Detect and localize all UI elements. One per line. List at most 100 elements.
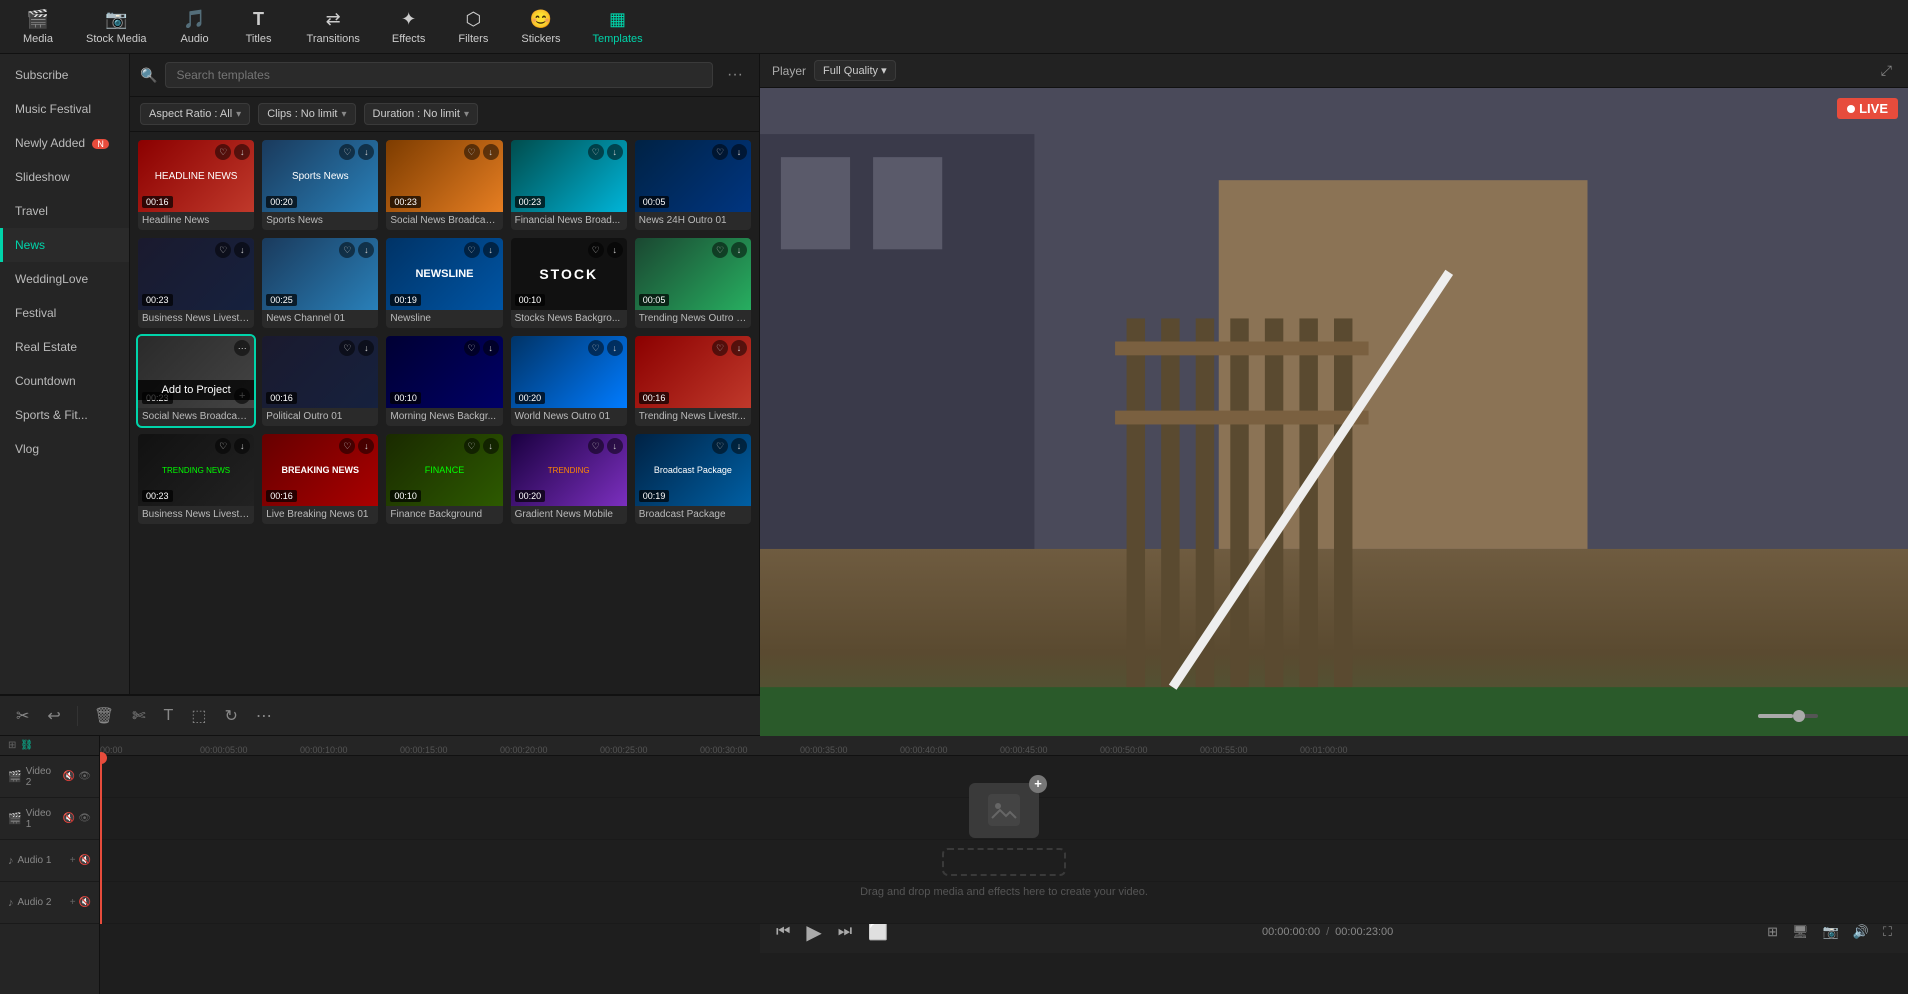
template-card-1[interactable]: 00:16 ♡ ↓ HEADLINE NEWS Headline News xyxy=(138,140,254,230)
clips-filter[interactable]: Clips : No limit xyxy=(258,103,355,125)
video1-mute-btn[interactable]: 🔇 xyxy=(63,813,75,824)
template-card-19[interactable]: 00:20 ♡ ↓ TRENDING Gradient News Mobile xyxy=(511,434,627,524)
video1-eye-btn[interactable]: 👁 xyxy=(78,813,91,824)
toolbar-templates[interactable]: ▦ Templates xyxy=(578,5,656,49)
toolbar-stickers[interactable]: 😊 Stickers xyxy=(507,5,574,49)
video2-mute-btn[interactable]: 🔇 xyxy=(63,771,75,782)
sidebar-item-slideshow[interactable]: Slideshow xyxy=(0,160,129,194)
bookmark-icon-3[interactable]: ♡ xyxy=(464,144,480,160)
template-card-20[interactable]: 00:19 ♡ ↓ Broadcast Package Broadcast Pa… xyxy=(635,434,751,524)
template-card-16[interactable]: 00:23 ♡ ↓ TRENDING NEWS Business News Li… xyxy=(138,434,254,524)
track-link-icon[interactable]: ⛓ xyxy=(20,740,33,751)
bookmark-icon-14[interactable]: ♡ xyxy=(588,340,604,356)
playhead[interactable] xyxy=(100,756,102,924)
toolbar-stock-media[interactable]: 📷 Stock Media xyxy=(72,5,161,49)
toolbar-filters[interactable]: ⬡ Filters xyxy=(443,5,503,49)
template-card-12[interactable]: 00:16 ♡ ↓ Political Outro 01 xyxy=(262,336,378,426)
template-card-11[interactable]: 00:23 ⋯ + Add to Project Social News Bro… xyxy=(138,336,254,426)
fullscreen-icon[interactable]: ⤢ xyxy=(1877,58,1896,83)
download-icon-6[interactable]: ↓ xyxy=(234,242,250,258)
template-card-2[interactable]: 00:20 ♡ ↓ Sports News Sports News xyxy=(262,140,378,230)
download-icon-18[interactable]: ↓ xyxy=(483,438,499,454)
template-card-6[interactable]: 00:23 ♡ ↓ Business News Livestr... xyxy=(138,238,254,328)
sidebar-item-countdown[interactable]: Countdown xyxy=(0,364,129,398)
more-icon-11[interactable]: ⋯ xyxy=(234,340,250,356)
template-card-5[interactable]: 00:05 ♡ ↓ News 24H Outro 01 xyxy=(635,140,751,230)
download-icon-5[interactable]: ↓ xyxy=(731,144,747,160)
download-icon-3[interactable]: ↓ xyxy=(483,144,499,160)
download-icon-10[interactable]: ↓ xyxy=(731,242,747,258)
toolbar-transitions[interactable]: ⇄ Transitions xyxy=(293,5,374,49)
search-input[interactable] xyxy=(165,62,713,88)
bookmark-icon-2[interactable]: ♡ xyxy=(339,144,355,160)
template-card-18[interactable]: 00:10 ♡ ↓ FINANCE Finance Background xyxy=(386,434,502,524)
template-card-10[interactable]: 00:05 ♡ ↓ Trending News Outro 01 xyxy=(635,238,751,328)
bookmark-icon-20[interactable]: ♡ xyxy=(712,438,728,454)
rotate-tool[interactable]: ↻ xyxy=(218,702,243,730)
toolbar-audio[interactable]: 🎵 Audio xyxy=(165,5,225,49)
sidebar-item-travel[interactable]: Travel xyxy=(0,194,129,228)
video2-eye-btn[interactable]: 👁 xyxy=(78,771,91,782)
sidebar-item-news[interactable]: News xyxy=(0,228,129,262)
bookmark-icon-12[interactable]: ♡ xyxy=(339,340,355,356)
template-card-7[interactable]: 00:25 ♡ ↓ News Channel 01 xyxy=(262,238,378,328)
toolbar-titles[interactable]: T Titles xyxy=(229,5,289,49)
sidebar-item-festival[interactable]: Festival xyxy=(0,296,129,330)
duration-filter[interactable]: Duration : No limit xyxy=(364,103,478,125)
download-icon-1[interactable]: ↓ xyxy=(234,144,250,160)
more-options-icon[interactable]: ··· xyxy=(721,66,749,84)
bookmark-icon-17[interactable]: ♡ xyxy=(339,438,355,454)
track-add-icon[interactable]: ⊞ xyxy=(8,740,16,751)
audio1-add-btn[interactable]: + xyxy=(70,855,76,866)
sidebar-item-sports-fit[interactable]: Sports & Fit... xyxy=(0,398,129,432)
bookmark-icon-8[interactable]: ♡ xyxy=(464,242,480,258)
toolbar-media[interactable]: 🎬 Media xyxy=(8,5,68,49)
bookmark-icon-10[interactable]: ♡ xyxy=(712,242,728,258)
bookmark-icon-13[interactable]: ♡ xyxy=(464,340,480,356)
download-icon-12[interactable]: ↓ xyxy=(358,340,374,356)
more-tool[interactable]: ⋯ xyxy=(250,702,278,730)
bookmark-icon-6[interactable]: ♡ xyxy=(215,242,231,258)
download-icon-7[interactable]: ↓ xyxy=(358,242,374,258)
bookmark-icon-5[interactable]: ♡ xyxy=(712,144,728,160)
zoom-slider[interactable] xyxy=(1758,714,1818,718)
bookmark-icon-16[interactable]: ♡ xyxy=(215,438,231,454)
bookmark-icon-19[interactable]: ♡ xyxy=(588,438,604,454)
cut-tool[interactable]: ✄ xyxy=(126,702,151,730)
template-card-4[interactable]: 00:23 ♡ ↓ Financial News Broad... xyxy=(511,140,627,230)
download-icon-17[interactable]: ↓ xyxy=(358,438,374,454)
download-icon-15[interactable]: ↓ xyxy=(731,340,747,356)
download-icon-19[interactable]: ↓ xyxy=(607,438,623,454)
bookmark-icon-4[interactable]: ♡ xyxy=(588,144,604,160)
template-card-9[interactable]: 00:10 ♡ ↓ STOCK Stocks News Backgro... xyxy=(511,238,627,328)
delete-tool[interactable]: 🗑 xyxy=(88,702,120,730)
audio2-add-btn[interactable]: + xyxy=(70,897,76,908)
download-icon-9[interactable]: ↓ xyxy=(607,242,623,258)
sidebar-item-newly-added[interactable]: Newly Added N xyxy=(0,126,129,160)
sidebar-item-music-festival[interactable]: Music Festival xyxy=(0,92,129,126)
template-card-17[interactable]: 00:16 ♡ ↓ BREAKING NEWS Live Breaking Ne… xyxy=(262,434,378,524)
sidebar-item-vlog[interactable]: Vlog xyxy=(0,432,129,466)
download-icon-8[interactable]: ↓ xyxy=(483,242,499,258)
audio2-mute-btn[interactable]: 🔇 xyxy=(79,897,91,908)
split-tool[interactable]: ✂ xyxy=(10,702,35,730)
download-icon-14[interactable]: ↓ xyxy=(607,340,623,356)
crop-tool[interactable]: ⬚ xyxy=(185,702,212,730)
sidebar-item-subscribe[interactable]: Subscribe xyxy=(0,58,129,92)
template-card-15[interactable]: 00:16 ♡ ↓ Trending News Livestr... xyxy=(635,336,751,426)
sidebar-item-real-estate[interactable]: Real Estate xyxy=(0,330,129,364)
download-icon-4[interactable]: ↓ xyxy=(607,144,623,160)
bookmark-icon-7[interactable]: ♡ xyxy=(339,242,355,258)
bookmark-icon-18[interactable]: ♡ xyxy=(464,438,480,454)
download-icon-20[interactable]: ↓ xyxy=(731,438,747,454)
bookmark-icon-1[interactable]: ♡ xyxy=(215,144,231,160)
undo-tool[interactable]: ↩ xyxy=(41,702,66,730)
download-icon-2[interactable]: ↓ xyxy=(358,144,374,160)
download-icon-13[interactable]: ↓ xyxy=(483,340,499,356)
template-card-3[interactable]: 00:23 ♡ ↓ Social News Broadcast... xyxy=(386,140,502,230)
text-tool[interactable]: T xyxy=(158,703,180,729)
download-icon-16[interactable]: ↓ xyxy=(234,438,250,454)
template-card-14[interactable]: 00:20 ♡ ↓ World News Outro 01 xyxy=(511,336,627,426)
audio1-mute-btn[interactable]: 🔇 xyxy=(79,855,91,866)
zoom-thumb[interactable] xyxy=(1793,710,1805,722)
